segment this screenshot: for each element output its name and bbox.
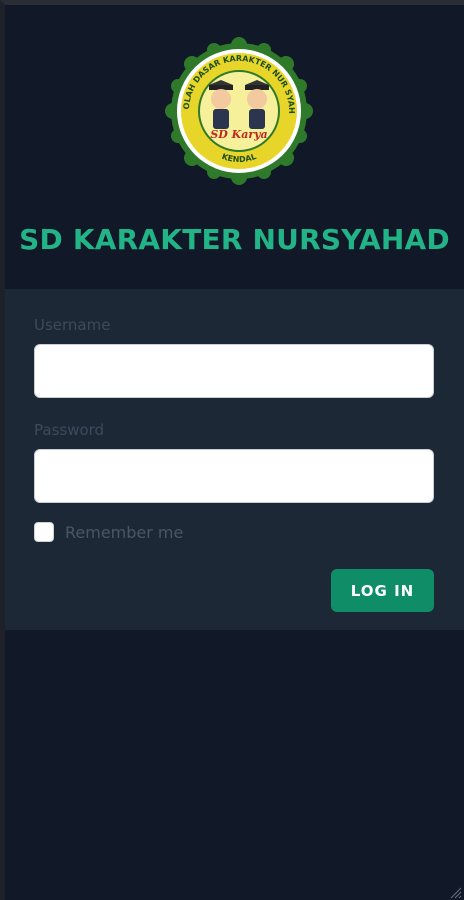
- login-button[interactable]: LOG IN: [331, 569, 434, 612]
- password-label: Password: [34, 421, 105, 439]
- logo-center-text: SD Karya: [210, 128, 267, 141]
- remember-me-row[interactable]: Remember me: [34, 522, 183, 542]
- password-input[interactable]: [34, 449, 434, 503]
- login-form: Username Password Remember me LOG IN: [5, 289, 464, 630]
- username-input[interactable]: [34, 344, 434, 398]
- resize-grip-icon[interactable]: [448, 884, 462, 899]
- username-label: Username: [34, 316, 111, 334]
- school-logo: SEKOLAH DASAR KARAKTER NUR SYAHAD KENDAL…: [162, 30, 313, 185]
- page-title: SD KARAKTER NURSYAHAD: [19, 223, 450, 256]
- login-window: SEKOLAH DASAR KARAKTER NUR SYAHAD KENDAL…: [0, 0, 464, 900]
- remember-me-label: Remember me: [65, 522, 184, 542]
- remember-me-checkbox[interactable]: [34, 522, 54, 542]
